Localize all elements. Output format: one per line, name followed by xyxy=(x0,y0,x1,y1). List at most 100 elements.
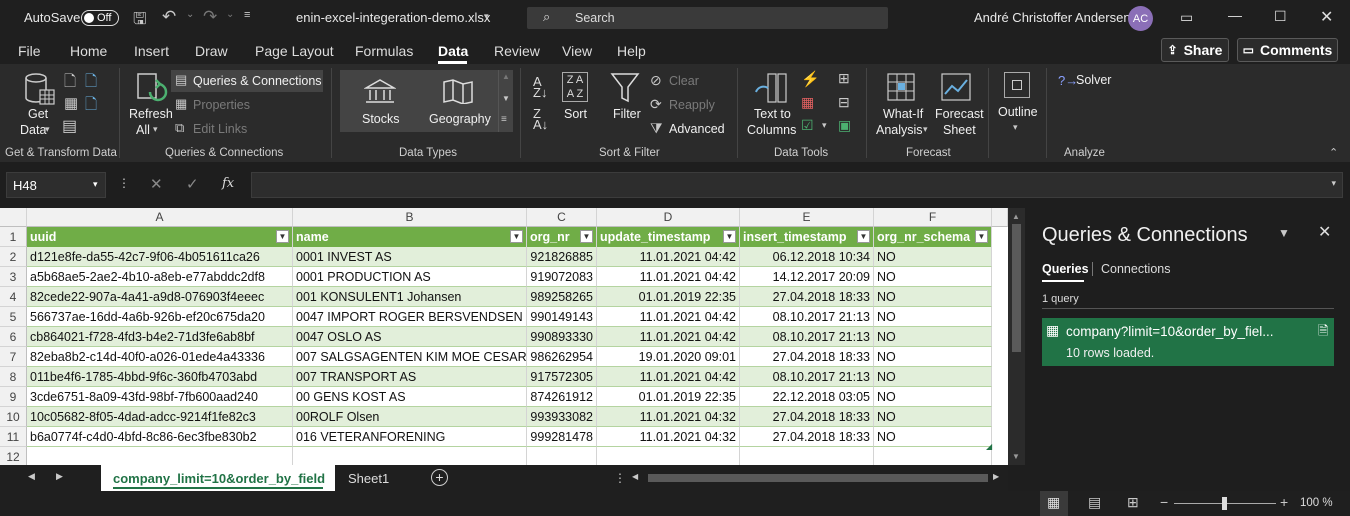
share-button[interactable]: ⇪ Share xyxy=(1161,38,1229,62)
text-to-label[interactable]: Text to xyxy=(754,107,791,121)
filter-dropdown-icon[interactable]: ▼ xyxy=(276,230,289,243)
stocks-label[interactable]: Stocks xyxy=(362,112,400,126)
advanced-label[interactable]: Advanced xyxy=(669,122,725,136)
table-cell[interactable]: a5b68ae5-2ae2-4b10-a8eb-e77abddc2df8 xyxy=(27,267,293,287)
row-header[interactable]: 10 xyxy=(0,407,27,427)
advanced-filter-icon[interactable]: ⧩ xyxy=(650,120,663,137)
tab-insert[interactable]: Insert xyxy=(134,43,169,59)
table-cell[interactable]: 917572305 xyxy=(527,367,597,387)
undo-dropdown-icon[interactable]: ⌄ xyxy=(186,9,194,20)
tab-home[interactable]: Home xyxy=(70,43,107,59)
stocks-icon[interactable] xyxy=(364,78,396,104)
filter-dropdown-icon[interactable]: ▼ xyxy=(723,230,736,243)
sort-icon[interactable]: Z AA Z xyxy=(562,72,588,102)
get-data-chevron-icon[interactable]: ▾ xyxy=(45,124,50,135)
filter-dropdown-icon[interactable]: ▼ xyxy=(857,230,870,243)
customize-qat-icon[interactable]: ≡ xyxy=(244,9,250,21)
name-box-chevron-icon[interactable]: ▾ xyxy=(93,179,98,190)
tab-formulas[interactable]: Formulas xyxy=(355,43,413,59)
tab-draw[interactable]: Draw xyxy=(195,43,228,59)
query-item[interactable]: ▦ company?limit=10&order_by_fiel... 🗎 10… xyxy=(1042,318,1334,366)
tab-help[interactable]: Help xyxy=(617,43,646,59)
table-header-cell[interactable]: insert_timestamp ▼ xyxy=(740,227,874,247)
data-validation-icon[interactable]: ☑ xyxy=(801,117,814,134)
table-cell[interactable]: 82eba8b2-c14d-40f0-a026-01ede4a43336 xyxy=(27,347,293,367)
table-cell[interactable]: 06.12.2018 10:34 xyxy=(740,247,874,267)
table-cell[interactable]: 0047 OSLO AS xyxy=(293,327,527,347)
table-cell[interactable]: 08.10.2017 21:13 xyxy=(740,307,874,327)
refresh-chevron-icon[interactable]: ▾ xyxy=(153,124,158,135)
solver-label[interactable]: Solver xyxy=(1076,73,1111,87)
table-header-cell[interactable]: uuid ▼ xyxy=(27,227,293,247)
comments-button[interactable]: ▭ Comments xyxy=(1237,38,1338,62)
query-edit-icon[interactable]: 🗎 xyxy=(1318,322,1328,344)
from-text-icon[interactable]: 🗋 xyxy=(64,71,76,96)
table-cell[interactable]: 27.04.2018 18:33 xyxy=(740,427,874,447)
gallery-down-icon[interactable]: ▼ xyxy=(502,94,510,103)
horizontal-scroll-thumb[interactable] xyxy=(648,474,988,482)
scroll-down-icon[interactable]: ▼ xyxy=(1012,452,1020,461)
table-cell[interactable]: NO xyxy=(874,427,992,447)
autosave-toggle[interactable]: Off xyxy=(81,10,119,26)
table-cell[interactable]: b6a0774f-c4d0-4bfd-8c86-6ec3fbe830b2 xyxy=(27,427,293,447)
page-layout-view-icon[interactable]: ▤ xyxy=(1088,494,1101,511)
row-header[interactable]: 4 xyxy=(0,287,27,307)
column-header-a[interactable]: A xyxy=(27,208,293,227)
table-resize-handle[interactable]: ◢ xyxy=(986,442,992,451)
table-cell[interactable]: 001 KONSULENT1 Johansen xyxy=(293,287,527,307)
table-cell[interactable]: d121e8fe-da55-42c7-9f06-4b051611ca26 xyxy=(27,247,293,267)
table-cell[interactable]: 566737ae-16dd-4a6b-926b-ef20c675da20 xyxy=(27,307,293,327)
gallery-more-icon[interactable]: ≡ xyxy=(501,114,507,125)
recent-sources-icon[interactable]: 🗋 xyxy=(85,94,97,119)
sort-label[interactable]: Sort xyxy=(564,107,587,121)
table-cell[interactable]: 19.01.2020 09:01 xyxy=(597,347,740,367)
table-cell[interactable]: NO xyxy=(874,327,992,347)
table-cell[interactable]: NO xyxy=(874,247,992,267)
table-cell[interactable]: 11.01.2021 04:42 xyxy=(597,267,740,287)
prev-sheet-icon[interactable]: ◀ xyxy=(28,471,35,482)
table-cell[interactable]: 11.01.2021 04:32 xyxy=(597,407,740,427)
empty-cell[interactable] xyxy=(293,447,527,467)
row-header[interactable]: 11 xyxy=(0,427,27,447)
table-cell[interactable]: 999281478 xyxy=(527,427,597,447)
row-header[interactable]: 12 xyxy=(0,447,27,467)
table-cell[interactable]: 986262954 xyxy=(527,347,597,367)
refresh-label[interactable]: Refresh xyxy=(129,107,173,121)
table-header-cell[interactable]: org_nr ▼ xyxy=(527,227,597,247)
what-if-chevron-icon[interactable]: ▾ xyxy=(923,124,928,135)
row-header[interactable]: 1 xyxy=(0,227,27,247)
tab-page-layout[interactable]: Page Layout xyxy=(255,43,334,59)
table-cell[interactable]: 3cde6751-8a09-43fd-98bf-7fb600aad240 xyxy=(27,387,293,407)
table-cell[interactable]: 11.01.2021 04:42 xyxy=(597,327,740,347)
geography-icon[interactable] xyxy=(442,78,474,104)
table-cell[interactable]: 0001 INVEST AS xyxy=(293,247,527,267)
sort-az-icon[interactable]: A Z↓ xyxy=(533,75,547,99)
sort-za-icon[interactable]: Z A↓ xyxy=(533,107,548,131)
filter-dropdown-icon[interactable]: ▼ xyxy=(510,230,523,243)
insert-function-icon[interactable]: fx xyxy=(222,176,234,191)
gallery-up-icon[interactable]: ▲ xyxy=(502,72,510,81)
tab-file[interactable]: File xyxy=(18,43,41,59)
row-header[interactable]: 7 xyxy=(0,347,27,367)
avatar[interactable]: AC xyxy=(1128,6,1153,31)
page-break-view-icon[interactable]: ⊞ xyxy=(1127,494,1139,511)
table-cell[interactable]: NO xyxy=(874,367,992,387)
analysis-label[interactable]: Analysis xyxy=(876,123,923,137)
columns-label[interactable]: Columns xyxy=(747,123,796,137)
row-header[interactable]: 6 xyxy=(0,327,27,347)
table-cell[interactable]: 27.04.2018 18:33 xyxy=(740,287,874,307)
tab-data[interactable]: Data xyxy=(438,43,468,59)
outline-icon[interactable] xyxy=(1004,72,1030,98)
table-cell[interactable]: 08.10.2017 21:13 xyxy=(740,327,874,347)
table-cell[interactable]: 08.10.2017 21:13 xyxy=(740,367,874,387)
table-cell[interactable]: 14.12.2017 20:09 xyxy=(740,267,874,287)
maximize-icon[interactable]: ☐ xyxy=(1274,8,1287,25)
tab-review[interactable]: Review xyxy=(494,43,540,59)
expand-formula-icon[interactable]: ▾ xyxy=(1331,178,1336,189)
column-header-d[interactable]: D xyxy=(597,208,740,227)
hscroll-left-icon[interactable]: ◀ xyxy=(632,472,638,481)
table-cell[interactable]: 990893330 xyxy=(527,327,597,347)
table-cell[interactable]: 993933082 xyxy=(527,407,597,427)
save-icon[interactable]: 🖫 xyxy=(133,8,147,35)
outline-label[interactable]: Outline xyxy=(998,105,1038,119)
